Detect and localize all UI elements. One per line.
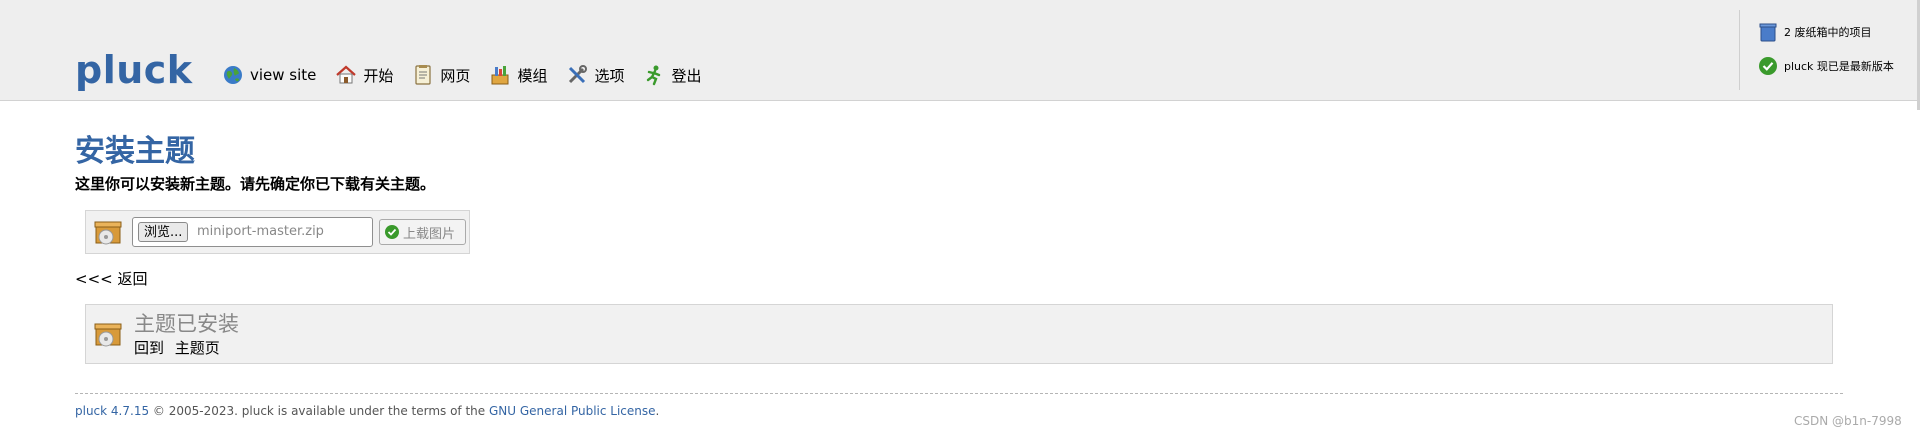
main-menu: view site 开始 网页 模组 选项 登出 <box>222 64 720 86</box>
version-status: pluck 现已是最新版本 <box>1758 56 1894 76</box>
selected-file-name: miniport-master.zip <box>197 224 324 239</box>
menu-item-modules[interactable]: 模组 <box>489 64 547 86</box>
upload-form: 浏览... miniport-master.zip 上载图片 <box>85 210 470 254</box>
menu-item-view-site[interactable]: view site <box>222 64 316 86</box>
check-icon <box>385 225 399 239</box>
trash-status[interactable]: 2 废纸箱中的项目 <box>1758 22 1872 42</box>
check-icon <box>1759 57 1777 75</box>
trash-icon <box>1759 23 1777 42</box>
modules-icon <box>491 66 509 85</box>
footer-version-link[interactable]: pluck 4.7.15 <box>75 404 149 418</box>
version-status-text: pluck 现已是最新版本 <box>1784 60 1894 73</box>
menu-item-logout[interactable]: 登出 <box>643 64 701 86</box>
menu-label-logout: 登出 <box>671 66 702 85</box>
footer-period: . <box>655 404 660 418</box>
footer-divider <box>75 393 1843 394</box>
page-title: 安装主题 <box>75 134 195 169</box>
package-icon <box>94 323 122 347</box>
success-message: 主题已安装 回到 主题页 <box>85 304 1833 364</box>
back-to-label: 回到 <box>134 339 165 357</box>
status-panel: 2 废纸箱中的项目 pluck 现已是最新版本 <box>1739 10 1920 90</box>
upload-button-label: 上载图片 <box>403 226 456 242</box>
menu-item-start[interactable]: 开始 <box>335 64 393 86</box>
success-title: 主题已安装 <box>134 312 239 336</box>
menu-label-modules: 模组 <box>517 66 548 85</box>
menu-label-view-site: view site <box>250 66 317 84</box>
footer: pluck 4.7.15 © 2005-2023. pluck is avail… <box>75 404 659 418</box>
footer-license-link[interactable]: GNU General Public License <box>489 404 656 418</box>
globe-icon <box>224 66 242 84</box>
trash-status-text: 2 废纸箱中的项目 <box>1784 26 1872 39</box>
menu-label-pages: 网页 <box>440 66 471 85</box>
file-input[interactable]: 浏览... miniport-master.zip <box>132 217 373 247</box>
menu-item-options[interactable]: 选项 <box>566 64 624 86</box>
package-icon <box>94 221 122 245</box>
menu-label-options: 选项 <box>594 66 625 85</box>
back-link[interactable]: <<< 返回 <box>75 268 147 289</box>
watermark: CSDN @b1n-7998 <box>1794 414 1902 428</box>
browse-button[interactable]: 浏览... <box>138 222 189 242</box>
logout-icon <box>647 65 661 86</box>
logo[interactable]: pluck <box>75 48 193 92</box>
page-description: 这里你可以安装新主题。请先确定你已下载有关主题。 <box>75 175 436 193</box>
home-icon <box>336 65 357 84</box>
success-links: 回到 主题页 <box>134 337 220 358</box>
page-icon <box>415 65 432 85</box>
theme-page-link[interactable]: 主题页 <box>175 339 220 357</box>
upload-button[interactable]: 上载图片 <box>379 219 466 245</box>
footer-copyright: © 2005-2023. pluck is available under th… <box>149 404 489 418</box>
menu-label-start: 开始 <box>363 66 394 85</box>
menu-item-pages[interactable]: 网页 <box>412 64 470 86</box>
tools-icon <box>569 65 588 84</box>
header-bar: pluck view site 开始 网页 模组 选项 登出 2 废纸箱中的项目… <box>0 0 1920 101</box>
